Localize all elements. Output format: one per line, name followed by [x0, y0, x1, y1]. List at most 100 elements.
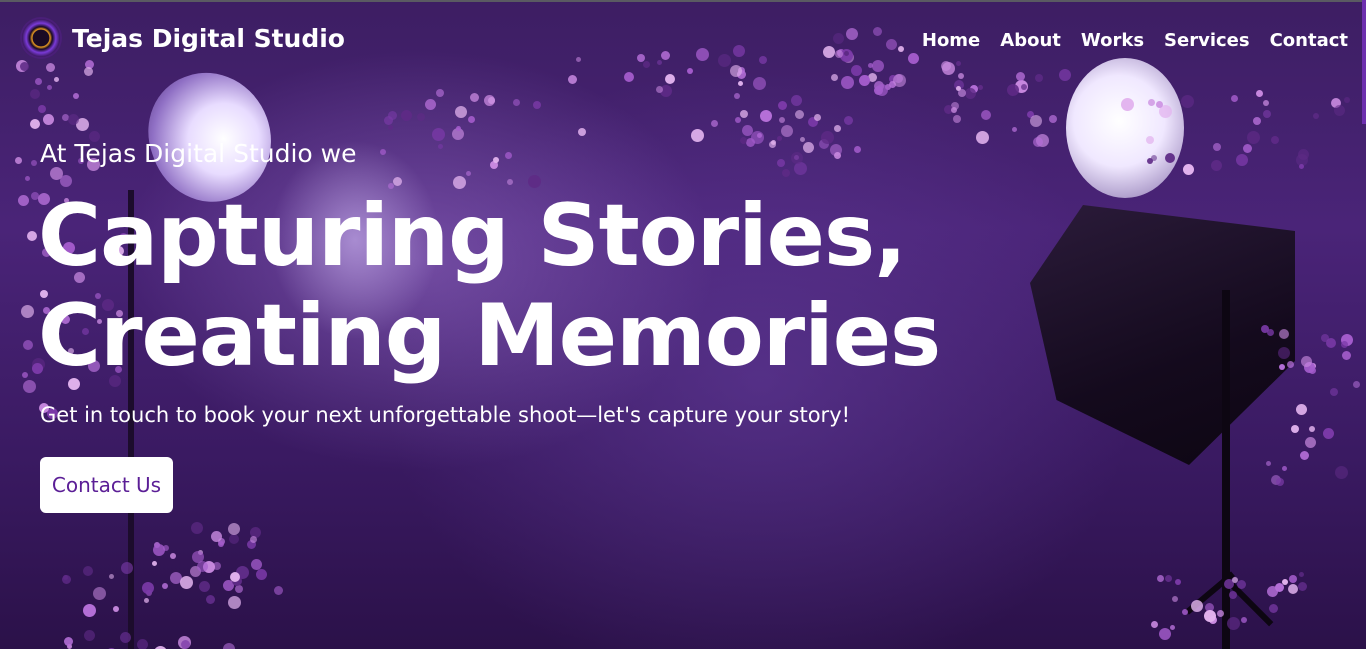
flower-petal — [43, 113, 55, 125]
flower-petal — [690, 129, 704, 143]
flower-petal — [169, 553, 176, 560]
flower-petal — [206, 594, 216, 604]
flower-petal — [710, 119, 718, 127]
flower-petal — [424, 98, 436, 110]
flower-petal — [1274, 583, 1284, 593]
flower-petal — [141, 581, 154, 594]
flower-petal — [29, 119, 40, 130]
flower-petal — [1269, 603, 1279, 613]
flower-petal — [1211, 159, 1223, 171]
flower-petal — [1156, 575, 1164, 583]
flower-petal — [465, 171, 471, 177]
flower-petal — [1169, 625, 1175, 631]
flower-petal — [965, 87, 977, 99]
flower-petal — [1164, 574, 1172, 582]
nav-item-home[interactable]: Home — [922, 30, 980, 51]
flower-petal — [1183, 164, 1195, 176]
flower-petal — [1172, 596, 1179, 603]
flower-petal — [17, 194, 29, 206]
flower-petal — [1020, 83, 1027, 90]
flower-petal — [37, 104, 46, 113]
flower-petal — [853, 145, 861, 153]
flower-petal — [1341, 351, 1351, 361]
flower-petal — [190, 521, 203, 534]
flower-petal — [734, 116, 741, 123]
flower-petal — [416, 112, 425, 121]
nav-item-about[interactable]: About — [1000, 30, 1061, 51]
flower-petal — [20, 305, 34, 319]
flower-petal — [1304, 436, 1316, 448]
flower-petal — [380, 148, 387, 155]
flower-petal — [977, 85, 983, 91]
hero-headline: Capturing Stories, Creating Memories — [38, 186, 941, 386]
flower-petal — [108, 573, 114, 579]
flower-petal — [431, 128, 445, 142]
flower-petal — [1181, 609, 1188, 616]
flower-petal — [1295, 403, 1307, 415]
brand-name: Tejas Digital Studio — [72, 23, 345, 53]
flower-petal — [1299, 163, 1305, 169]
flower-petal — [1322, 427, 1334, 439]
flower-petal — [227, 596, 241, 610]
flower-petal — [760, 110, 773, 123]
nav-menu: Home About Works Services Contact — [922, 30, 1348, 51]
flower-petal — [951, 107, 958, 114]
flower-petal — [770, 139, 776, 145]
flower-petal — [1297, 148, 1309, 160]
flower-petal — [740, 137, 747, 145]
flower-petal — [777, 101, 787, 110]
flower-petal — [83, 565, 94, 576]
flower-petal — [833, 151, 841, 159]
flower-petal — [1032, 137, 1043, 148]
flower-petal — [1048, 115, 1057, 124]
flower-petal — [1243, 144, 1253, 154]
flower-petal — [401, 109, 413, 121]
flower-petal — [229, 533, 240, 544]
flower-petal — [1299, 572, 1305, 578]
flower-petal — [67, 113, 79, 125]
flower-petal — [1164, 153, 1175, 164]
flower-petal — [750, 131, 764, 145]
contact-us-button[interactable]: Contact Us — [40, 457, 173, 513]
flower-petal — [1229, 591, 1238, 600]
flower-petal — [493, 156, 500, 163]
flower-petal — [1226, 617, 1240, 631]
flower-petal — [512, 98, 520, 106]
flower-petal — [813, 113, 821, 121]
flower-petal — [29, 88, 40, 99]
flower-petal — [1333, 104, 1345, 116]
camera-lens-logo-icon — [22, 19, 60, 57]
flower-petal — [72, 92, 79, 99]
flower-petal — [1158, 627, 1171, 640]
flower-petal — [249, 535, 257, 543]
flower-petal — [23, 379, 37, 393]
flower-petal — [64, 636, 74, 646]
flower-petal — [1329, 387, 1338, 396]
hero-subtext: Get in touch to book your next unforgett… — [40, 403, 851, 427]
flower-petal — [46, 85, 52, 91]
nav-item-works[interactable]: Works — [1081, 30, 1144, 51]
flower-petal — [191, 551, 204, 564]
flower-petal — [1263, 110, 1272, 119]
flower-petal — [1240, 616, 1247, 623]
flower-petal — [1343, 96, 1350, 103]
flower-petal — [1012, 127, 1018, 133]
flower-petal — [1237, 580, 1247, 590]
flower-petal — [981, 110, 992, 121]
flower-petal — [1352, 381, 1360, 389]
flower-petal — [387, 125, 393, 131]
brand[interactable]: Tejas Digital Studio — [22, 19, 345, 57]
flower-petal — [779, 116, 786, 123]
flower-petal — [222, 642, 235, 649]
flower-petal — [790, 94, 802, 106]
flower-petal — [256, 569, 268, 581]
flower-petal — [1282, 465, 1288, 471]
flower-petal — [217, 540, 224, 547]
flower-petal — [137, 639, 148, 649]
nav-item-services[interactable]: Services — [1164, 30, 1250, 51]
flower-petal — [198, 581, 210, 593]
nav-item-contact[interactable]: Contact — [1270, 30, 1348, 51]
flower-petal — [820, 131, 834, 145]
flower-petal — [578, 127, 587, 136]
flower-petal — [21, 372, 28, 379]
